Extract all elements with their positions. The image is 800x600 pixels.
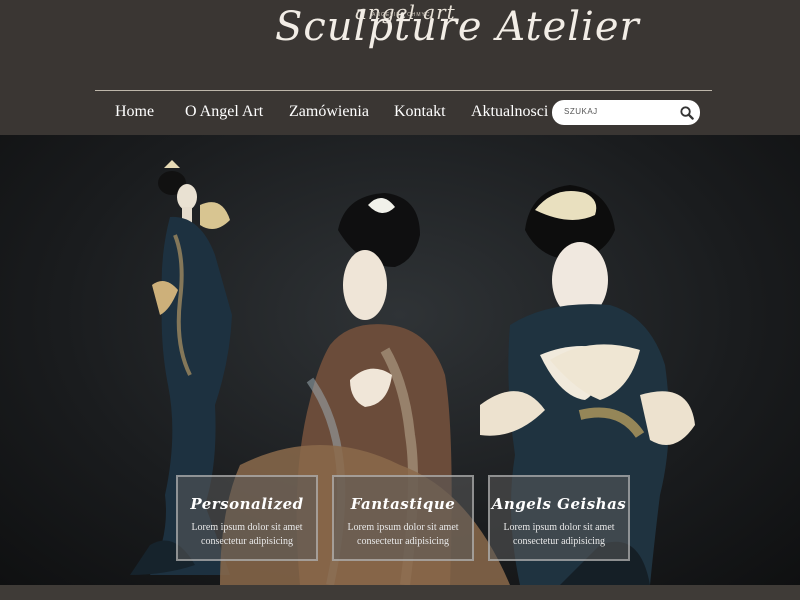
nav-item-home[interactable]: Home (115, 103, 154, 121)
logo-title: Sculpture Atelier (275, 4, 640, 50)
feature-card-title: Personalized (190, 495, 304, 513)
feature-card-title: Angels Geishas (491, 495, 627, 513)
logo[interactable]: angel art ANGELIKA CHMYC Sculpture Ateli… (0, 0, 800, 85)
feature-card-text-line1: Lorem ipsum dolor sit amet (347, 522, 459, 533)
feature-card-personalized[interactable]: Personalized Lorem ipsum dolor sit amet … (176, 475, 318, 561)
feature-card-fantastique[interactable]: Fantastique Lorem ipsum dolor sit amet c… (332, 475, 474, 561)
feature-card-text-line2: consectetur adipisicing (357, 536, 449, 547)
search-box[interactable]: SZUKAJ (552, 100, 700, 125)
feature-card-angels-geishas[interactable]: Angels Geishas Lorem ipsum dolor sit ame… (488, 475, 630, 561)
feature-card-text-line2: consectetur adipisicing (513, 536, 605, 547)
header-divider (95, 90, 712, 91)
feature-card-text-line1: Lorem ipsum dolor sit amet (503, 522, 615, 533)
nav-item-o-angel-art[interactable]: O Angel Art (185, 103, 263, 121)
nav-item-kontakt[interactable]: Kontakt (394, 103, 446, 121)
search-icon[interactable] (679, 105, 694, 120)
footer-bar (0, 585, 800, 600)
feature-card-text-line1: Lorem ipsum dolor sit amet (191, 522, 303, 533)
nav-item-aktualnosci[interactable]: Aktualnosci (471, 103, 548, 121)
nav-item-zamowienia[interactable]: Zamówienia (289, 103, 369, 121)
feature-card-title: Fantastique (350, 495, 456, 513)
site-header: angel art ANGELIKA CHMYC Sculpture Ateli… (0, 0, 800, 135)
feature-card-text-line2: consectetur adipisicing (201, 536, 293, 547)
search-input[interactable]: SZUKAJ (564, 107, 598, 116)
